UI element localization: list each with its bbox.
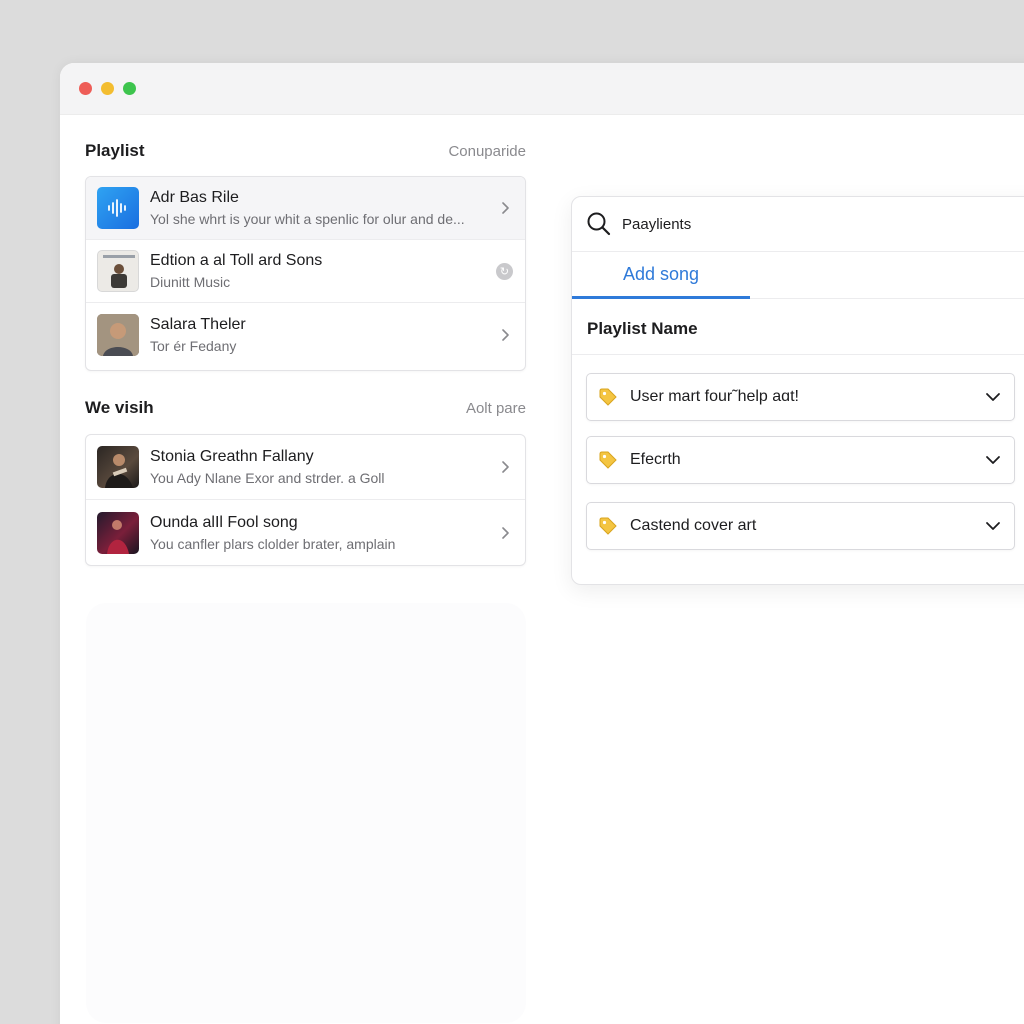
dropdown-label: User mart four˜help aɑt! <box>630 388 799 405</box>
app-window: Playlist Conuparide Adr Bas Rile Yol she… <box>60 63 1024 1024</box>
item-subtitle: You Ady Nlane Exor and strder. а Goll <box>150 470 385 486</box>
playlist-section-title: Playlist <box>85 141 145 160</box>
list-item[interactable]: Ounda alIl Fool song You canfler plars c… <box>86 500 525 565</box>
close-window-button[interactable] <box>79 82 92 95</box>
item-title: Adr Bas Rile <box>150 189 239 206</box>
list-item[interactable]: Edtion a al Toll ard Sons Diunitt Music … <box>86 240 525 303</box>
tag-icon <box>599 517 617 535</box>
item-title: Stonia Greathn Fallany <box>150 448 314 465</box>
album-cover-image <box>97 250 139 292</box>
tab-bar: Add song <box>572 252 1024 299</box>
chevron-right-icon <box>502 202 509 214</box>
list-item[interactable]: Stonia Greathn Fallany You Ady Nlane Exo… <box>86 435 525 500</box>
tag-icon <box>599 451 617 469</box>
item-title: Edtion a al Toll ard Sons <box>150 252 323 269</box>
chevron-down-icon <box>986 393 1000 401</box>
playlist-list: Adr Bas Rile Yol she whrt is your whit a… <box>85 176 526 371</box>
search-bar[interactable]: Paaylients <box>572 197 1024 252</box>
background-card <box>86 603 526 1023</box>
list-item[interactable]: Adr Bas Rile Yol she whrt is your whit a… <box>86 177 525 240</box>
dropdown-cover-art[interactable]: Castend cover art <box>586 502 1015 550</box>
visih-section-header: We visih Aolt pare <box>85 398 526 418</box>
artist-photo <box>97 446 139 488</box>
chevron-right-icon <box>502 461 509 473</box>
item-subtitle: Yol she whrt is your whit a spenlic for … <box>150 211 465 227</box>
visih-section-link[interactable]: Aolt pare <box>466 400 526 417</box>
add-song-panel: Paaylients Add song Playlist Name User m… <box>571 196 1024 585</box>
chevron-down-icon <box>986 456 1000 464</box>
dropdown-efecrth[interactable]: Efecrth <box>586 436 1015 484</box>
left-column: Playlist Conuparide Adr Bas Rile Yol she… <box>85 115 526 566</box>
refresh-icon[interactable]: ↻ <box>496 262 513 280</box>
dropdown-label: Efecrth <box>630 451 681 468</box>
chevron-down-icon <box>986 522 1000 530</box>
tab-add-song[interactable]: Add song <box>572 252 750 299</box>
search-label: Paaylients <box>622 215 692 233</box>
visih-list: Stonia Greathn Fallany You Ady Nlane Exo… <box>85 434 526 566</box>
chevron-right-icon <box>502 328 509 341</box>
artist-photo <box>97 313 139 356</box>
playlist-section-header: Playlist Conuparide <box>85 141 526 161</box>
item-title: Salara Theler <box>150 315 246 333</box>
visih-section-title: We visih <box>85 398 154 417</box>
chevron-right-icon <box>502 526 509 539</box>
item-subtitle: Diunitt Music <box>150 274 231 290</box>
zoom-window-button[interactable] <box>123 82 136 95</box>
minimize-window-button[interactable] <box>101 82 114 95</box>
playlist-section-link[interactable]: Conuparide <box>448 143 526 160</box>
list-item[interactable]: Salara Theler Tor ér Fedany <box>86 303 525 366</box>
dropdown-user-mart[interactable]: User mart four˜help aɑt! <box>586 373 1015 421</box>
dropdown-label: Castend cover art <box>630 517 757 534</box>
waveform-icon <box>97 187 139 229</box>
artist-photo <box>97 511 139 554</box>
search-icon <box>587 212 611 236</box>
title-bar <box>60 63 1024 115</box>
item-title: Ounda alIl Fool song <box>150 513 298 531</box>
item-subtitle: Tor ér Fedany <box>150 337 237 354</box>
tag-icon <box>599 388 617 406</box>
playlist-name-label: Playlist Name <box>572 299 1024 355</box>
item-subtitle: You canfler plars clolder brater, amplai… <box>150 535 396 552</box>
